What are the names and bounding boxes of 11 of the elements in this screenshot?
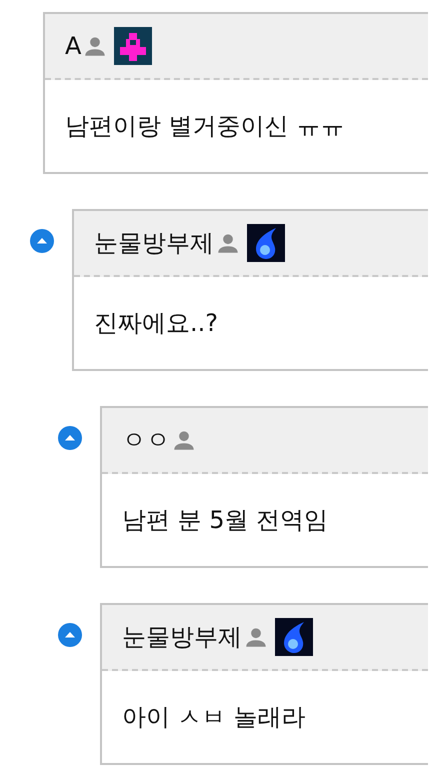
comment-text: 아이 ㅅㅂ 놀래라 <box>122 702 306 733</box>
pixel-emblem-icon <box>114 27 152 65</box>
author-name: ㅇㅇ <box>122 425 170 456</box>
flame-emblem-icon <box>275 618 313 656</box>
author-name: A <box>65 32 82 60</box>
comment-text: 남편이랑 별거중이신 ㅠㅠ <box>65 111 344 142</box>
author-name: 눈물방부제 <box>94 228 214 259</box>
comment-text: 남편 분 5월 전역임 <box>122 505 328 536</box>
author-name: 눈물방부제 <box>122 622 242 653</box>
comment-text: 진짜에요..? <box>94 308 218 339</box>
flame-emblem-icon <box>247 224 285 262</box>
